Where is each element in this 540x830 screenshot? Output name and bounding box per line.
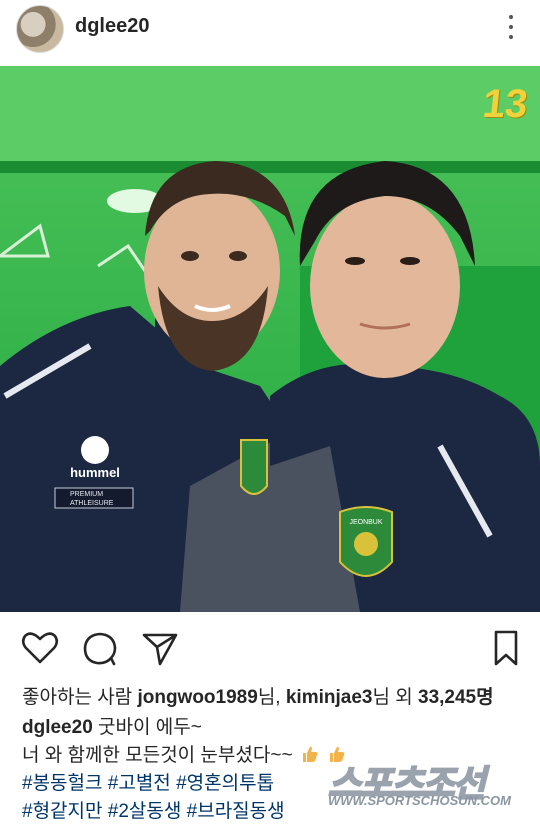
hashtag[interactable]: #형같지만 [22,801,103,822]
crest-text: JEONBUK [349,519,382,526]
hashtag-row-1: #봉동헐크 #고별전 #영혼의투톱 [22,768,274,795]
liker-username-1[interactable]: jongwoo1989 [137,687,257,708]
hashtag[interactable]: #영혼의투톱 [176,773,274,794]
likes-prefix: 좋아하는 사람 [22,687,138,708]
watermark-url: WWW.SPORTSCHOSUN.COM [328,793,511,808]
bookmark-icon[interactable] [486,628,526,668]
watermark: 스포츠조선 WWW.SPORTSCHOSUN.COM [327,755,528,811]
likes-separator-1: 님, [257,687,286,708]
heart-icon[interactable] [20,628,60,668]
caption-text-1: 굿바이 에두~ [92,717,202,738]
more-icon[interactable] [505,12,517,42]
avatar[interactable] [16,5,64,53]
hashtag[interactable]: #고별전 [108,773,171,794]
jersey-brand: hummel [70,465,120,480]
liker-username-2[interactable]: kiminjae3 [286,687,373,708]
likes-separator-2: 님 외 [372,687,418,708]
post-username[interactable]: dglee20 [75,15,149,38]
post-photo[interactable]: hummel PREMIUM ATHLEISURE JEONBUK 13 [0,66,540,612]
crest-left [240,439,268,495]
likes-count[interactable]: 33,245명 [418,687,494,708]
thumbs-up-icon [302,746,318,762]
jersey-tagline-1: PREMIUM [70,491,103,498]
action-bar [0,624,540,672]
jersey-tagline-2: ATHLEISURE [70,500,114,507]
caption-line-1: dglee20 굿바이 에두~ [22,712,202,739]
hashtag[interactable]: #봉동헐크 [22,773,103,794]
likes-line: 좋아하는 사람 jongwoo1989님, kiminjae3님 외 33,24… [22,682,494,709]
comment-icon[interactable] [80,628,120,668]
selfie-illustration: hummel PREMIUM ATHLEISURE JEONBUK [0,66,540,612]
send-icon[interactable] [140,628,180,668]
caption-line-2: 너 와 함께한 모든것이 눈부셨다~~ [22,740,347,767]
caption-author[interactable]: dglee20 [22,717,93,738]
hashtag-row-2: #형같지만 #2살동생 #브라질동생 [22,796,285,823]
caption-text-2: 너 와 함께한 모든것이 눈부셨다~~ [22,745,293,766]
locker-number: 13 [480,82,530,126]
post-header: dglee20 [0,0,540,58]
hashtag[interactable]: #2살동생 [108,801,182,822]
hashtag[interactable]: #브라질동생 [187,801,285,822]
